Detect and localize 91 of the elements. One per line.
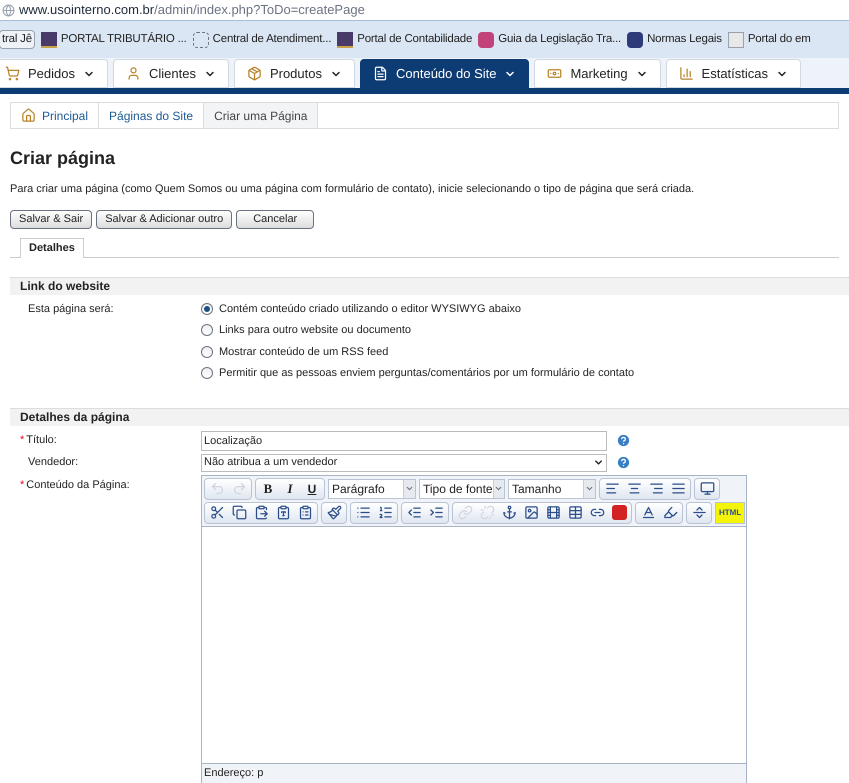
radio-button[interactable] [201,324,213,336]
bookmark[interactable]: Normas Legais [627,30,722,48]
section-title: Detalhes da página [20,409,130,426]
globe-icon [2,4,15,16]
radio-button[interactable] [201,346,213,358]
action-button[interactable]: Salvar & Sair [10,210,92,228]
section-title: Link do website [20,278,110,295]
vendor-select[interactable]: Não atribua a um vendedor [201,454,607,472]
required-asterisk: * [20,478,24,492]
form-tab[interactable]: Detalhes [20,238,84,258]
caret-icon [494,484,504,493]
radio-button[interactable] [201,367,213,380]
font-color-icon [640,505,656,520]
align-right-icon [648,481,664,496]
logo-icon [627,32,644,48]
link-icon [458,505,472,520]
action-button[interactable]: Salvar & Adicionar outro [96,210,232,228]
fullscreen-icon [700,481,714,496]
outdent-icon [406,505,422,520]
numbered-list-icon [378,505,392,520]
paste-text-icon [276,505,290,520]
title-input[interactable]: Localização [201,430,607,450]
bullet-list-icon [356,505,370,520]
radio-label: Contém conteúdo criado utilizando o editor WYSIWYG abaixo [219,302,522,316]
undo-icon [210,481,224,496]
table-icon [568,505,582,520]
editor-status-path: Endereço: p [204,766,264,781]
format-dropdown[interactable]: Parágrafo [328,478,416,498]
home-icon [21,108,36,123]
bookmark[interactable]: Portal do em [728,30,811,48]
field-label: Vendedor: [28,455,78,470]
blank-page-icon [192,32,209,48]
logo-icon [728,32,744,48]
banknote-icon [547,66,562,81]
radio-button[interactable] [201,302,213,315]
bold-button[interactable]: B [257,478,279,498]
italic-button[interactable]: I [279,478,301,498]
image-icon [524,505,538,520]
bookmark[interactable]: tral Jê [0,30,35,50]
cart-icon [5,66,20,81]
page-description: Para criar uma página (como Quem Somos ou uma página com formulário de contato), inicie selecionando o tipo de página que será criada. [10,182,696,197]
unlink-icon [480,505,494,520]
box-icon [246,66,262,81]
document-icon [373,66,388,81]
person-icon [126,66,141,81]
align-left-icon [604,481,620,496]
field-label: Título: [26,433,57,448]
format-dropdown[interactable]: Tamanho [508,478,596,498]
anchor-icon [502,505,516,520]
breadcrumb-item[interactable]: Principal [11,103,100,128]
redo-icon [232,481,246,496]
radio-label: Links para outro website ou documento [219,323,412,338]
clean-format-icon [326,505,342,520]
format-dropdown[interactable]: Tipo de fonte [419,478,505,498]
nav-tab[interactable]: Estatísticas [666,59,802,88]
address-bar[interactable]: www.usointerno.com.br/admin/index.php?ToDo=createPage [19,0,365,20]
justify-icon [670,481,686,496]
paste-word-icon [298,505,312,520]
breadcrumb-item: Criar uma Página [204,103,318,128]
nav-tab[interactable]: Conteúdo do Site [360,59,530,88]
help-icon[interactable] [616,455,631,470]
radio-label: Mostrar conteúdo de um RSS feed [219,344,388,360]
underline-button[interactable]: U [301,478,323,498]
nav-tab[interactable]: Produtos [234,59,355,88]
nav-tab[interactable]: Pedidos [0,59,108,88]
indent-icon [428,505,444,520]
html-button[interactable]: HTML [715,502,746,524]
bookmark[interactable]: Guia da Legislação Tra... [478,30,622,48]
bookmark[interactable]: Portal de Contabilidade [337,30,472,48]
horizontal-rule-icon [692,505,706,520]
paste-icon [254,505,268,520]
highlight-icon [662,505,678,520]
field-label: Conteúdo da Página: [26,478,130,492]
caret-icon [585,484,594,493]
help-icon[interactable] [616,433,631,448]
action-button[interactable]: Cancelar [236,210,314,228]
copy-icon [232,505,246,520]
field-label: Esta página será: [27,302,115,316]
bookmark[interactable]: PORTAL TRIBUTÁRIO ... [40,30,187,48]
bar-chart-icon [678,66,694,81]
align-center-icon [626,481,642,496]
required-asterisk: * [20,433,24,448]
caret-icon [405,484,414,493]
logo-icon [478,32,494,48]
nav-tab[interactable]: Clientes [112,59,229,88]
nav-tab[interactable]: Marketing [534,59,661,88]
video-icon [546,505,560,520]
radio-label: Permitir que as pessoas enviem perguntas/comentários por um formulário de contato [219,366,634,381]
bookmark[interactable]: Central de Atendiment... [192,30,332,48]
cut-icon [210,505,224,520]
page-title: Criar página [10,147,116,170]
